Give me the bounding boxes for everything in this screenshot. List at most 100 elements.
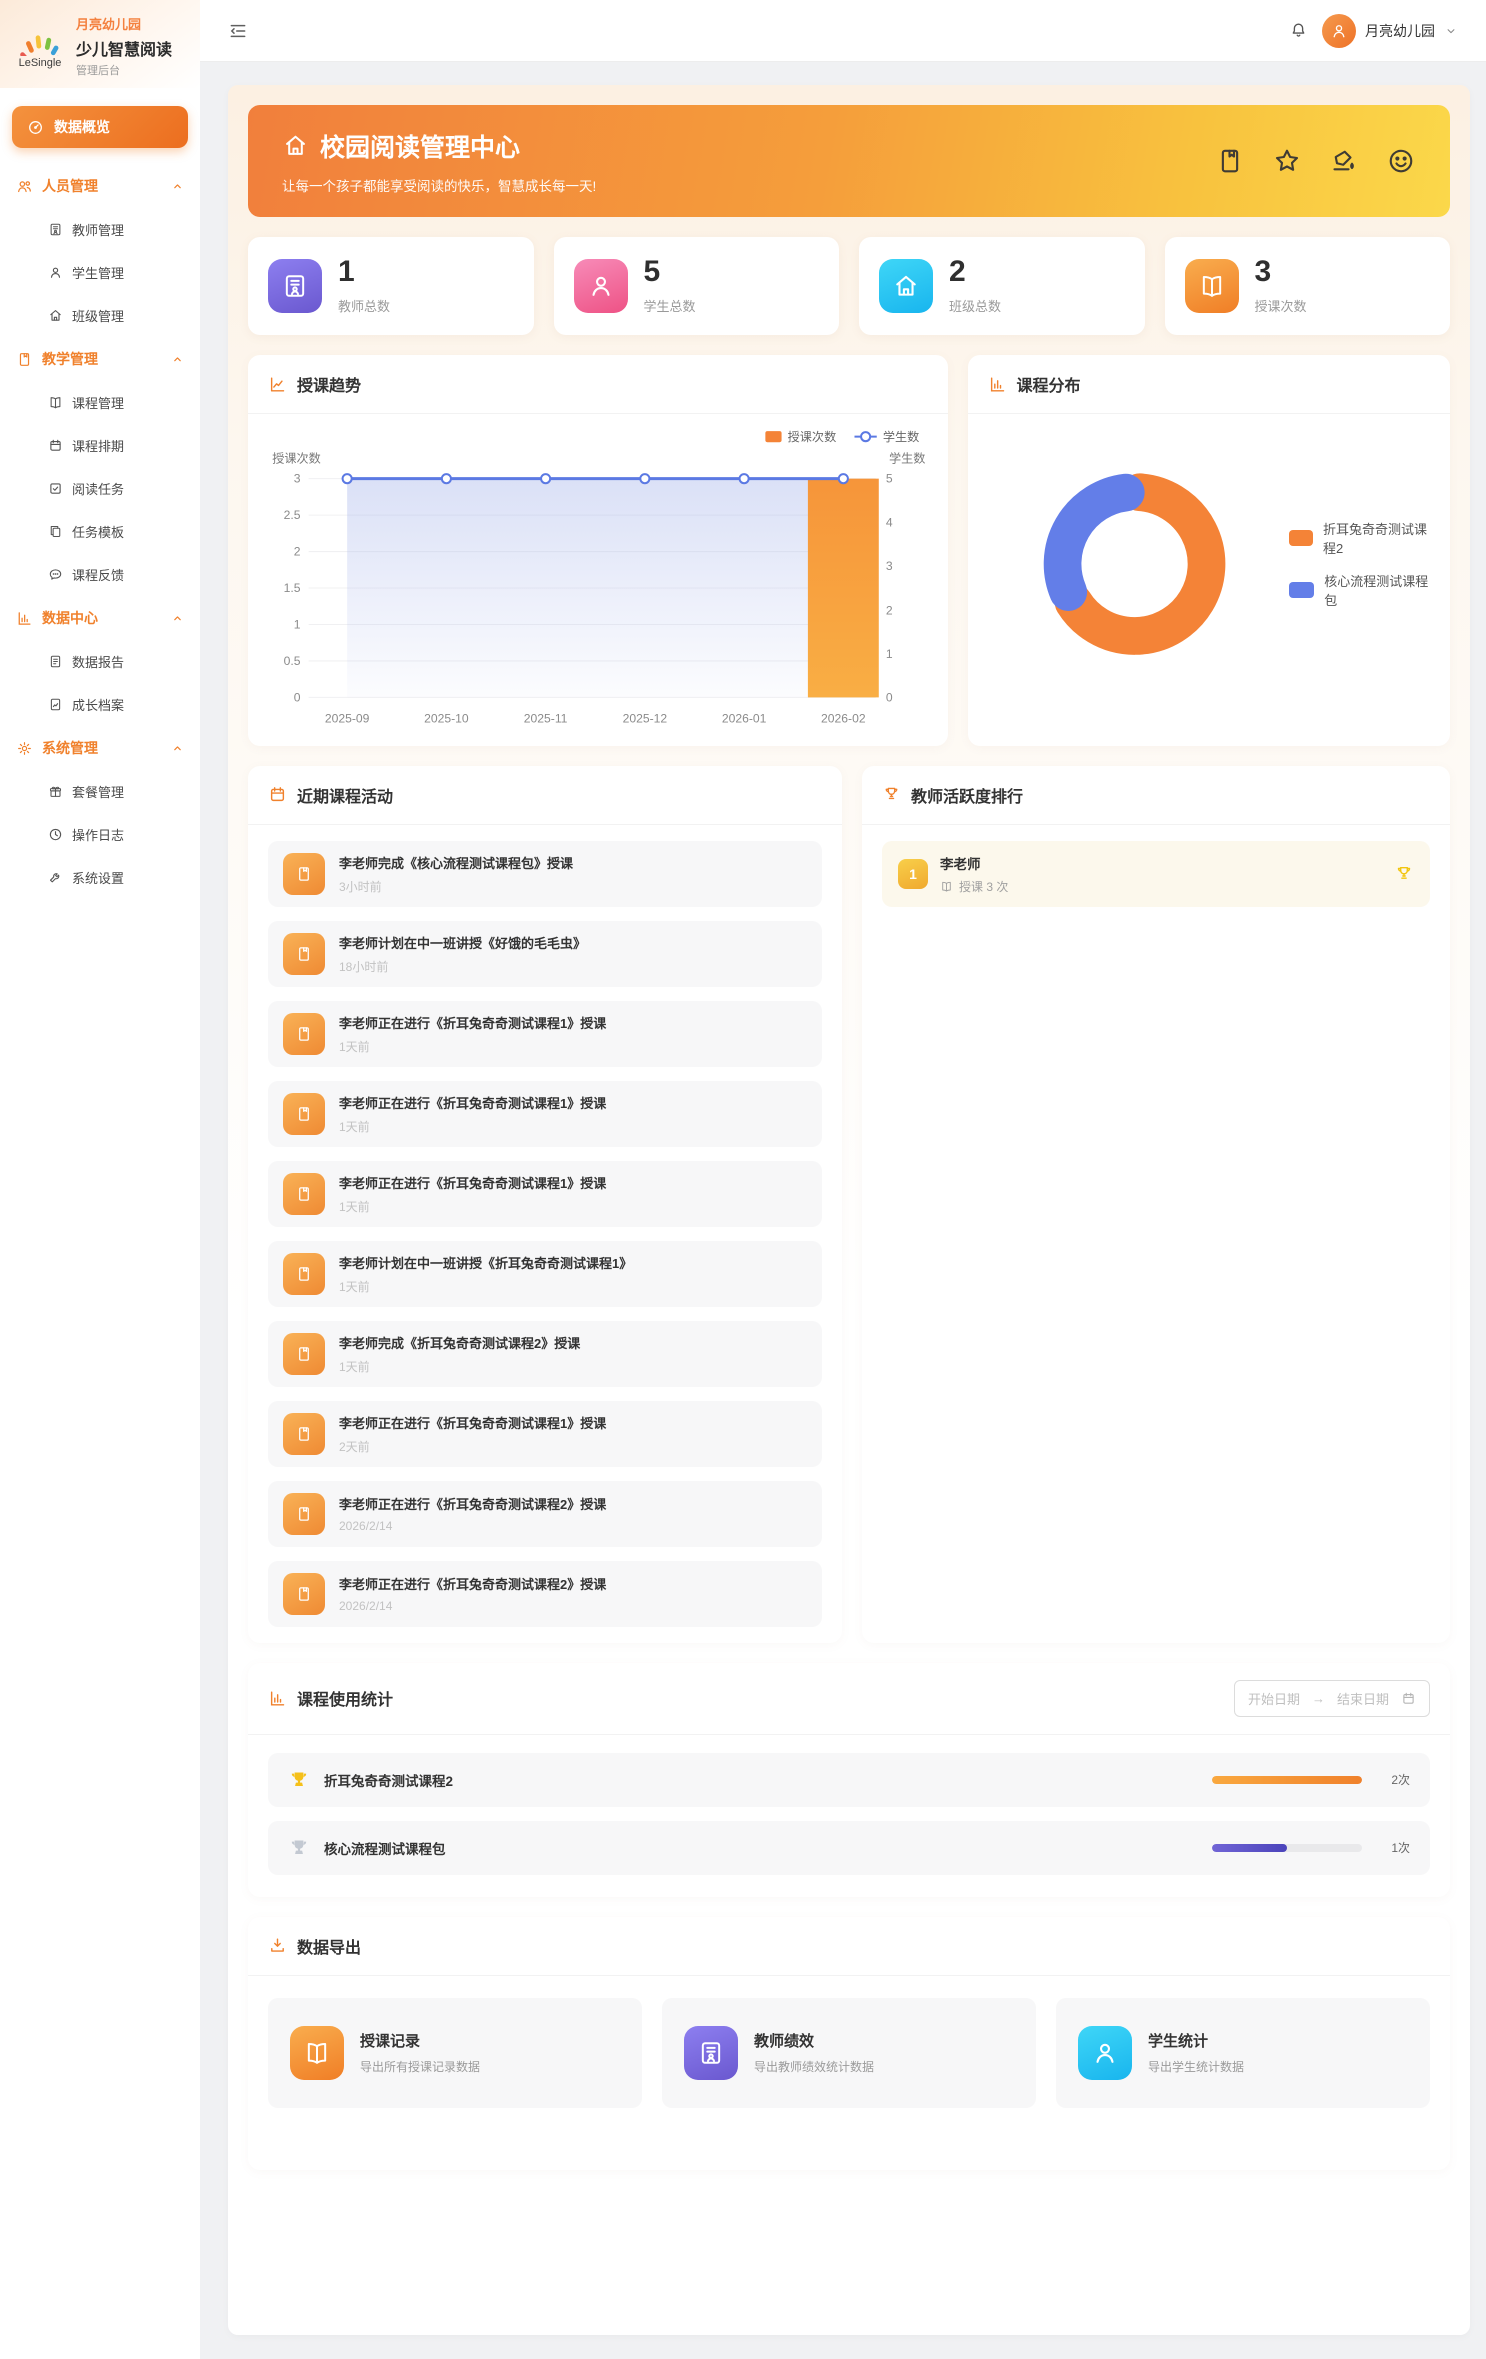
teacher-ranking-card: 教师活跃度排行 1 李老师 授课 3 次: [862, 766, 1450, 1643]
stat-card-lessons: 3 授课次数: [1165, 237, 1451, 335]
bar-2026-02: [808, 479, 879, 698]
sidebar-item-reading-tasks[interactable]: 阅读任务: [0, 467, 200, 510]
bell-icon[interactable]: [1289, 21, 1308, 40]
avatar: [1322, 14, 1356, 48]
sidebar-section-teaching[interactable]: 教学管理: [0, 337, 200, 381]
sidebar-fold-icon[interactable]: [228, 21, 248, 41]
person-icon: [48, 265, 63, 280]
star-icon: [1272, 146, 1302, 176]
bookmark-icon: [283, 1573, 325, 1615]
svg-text:5: 5: [886, 472, 893, 486]
export-student-statistics[interactable]: 学生统计 导出学生统计数据: [1056, 1998, 1430, 2108]
end-date-input[interactable]: 结束日期: [1337, 1689, 1389, 1708]
topbar: 月亮幼儿园: [200, 0, 1486, 62]
sidebar: LeSingle 月亮幼儿园 少儿智慧阅读 管理后台 数据概览 人员管理 教师管…: [0, 0, 200, 2359]
date-range-picker[interactable]: 开始日期 → 结束日期: [1234, 1680, 1430, 1717]
sidebar-item-packages[interactable]: 套餐管理: [0, 770, 200, 813]
silver-trophy-icon: [288, 1837, 310, 1859]
home-icon: [879, 259, 933, 313]
sidebar-item-growth-archive[interactable]: 成长档案: [0, 683, 200, 726]
bookmark-icon: [283, 1333, 325, 1375]
person-icon: [1330, 22, 1348, 40]
activity-time: 2026/2/14: [339, 1519, 606, 1533]
open-book-icon: [940, 880, 953, 893]
trend-chart: 授课次数 学生数 授课次数 学生数: [248, 414, 948, 746]
activity-list: 李老师完成《核心流程测试课程包》授课 3小时前 李老师计划在中一班讲授《好饿的毛…: [248, 825, 842, 1643]
distribution-chart-card: 课程分布 折耳兔奇奇测试课程2: [968, 355, 1450, 746]
sidebar-section-system[interactable]: 系统管理: [0, 726, 200, 770]
chevron-up-icon: [171, 612, 184, 625]
calendar-icon[interactable]: [1401, 1691, 1416, 1706]
sidebar-nav: 数据概览 人员管理 教师管理 学生管理 班级管理 教学管理: [0, 88, 200, 919]
bookmark-icon: [283, 1493, 325, 1535]
sidebar-item-task-templates[interactable]: 任务模板: [0, 510, 200, 553]
teacher-name: 李老师: [940, 853, 1008, 873]
stat-label: 班级总数: [949, 296, 1001, 315]
item-label: 学生管理: [72, 263, 124, 282]
stat-card-teachers: 1 教师总数: [248, 237, 534, 335]
donut-svg: [1006, 428, 1263, 700]
open-book-icon: [48, 395, 63, 410]
sidebar-item-students[interactable]: 学生管理: [0, 251, 200, 294]
copy-icon: [48, 524, 63, 539]
id-card-icon: [268, 259, 322, 313]
export-desc: 导出所有授课记录数据: [360, 2058, 480, 2075]
course-usage-card: 课程使用统计 开始日期 → 结束日期 折耳兔奇奇测试课程2: [248, 1663, 1450, 1897]
usage-list: 折耳兔奇奇测试课程2 2次 核心流程测试课程包: [248, 1735, 1450, 1897]
svg-text:2: 2: [294, 545, 301, 559]
sidebar-item-system-settings[interactable]: 系统设置: [0, 856, 200, 899]
sidebar-item-classes[interactable]: 班级管理: [0, 294, 200, 337]
export-teaching-records[interactable]: 授课记录 导出所有授课记录数据: [268, 1998, 642, 2108]
activity-time: 18小时前: [339, 958, 586, 975]
sidebar-section-personnel[interactable]: 人员管理: [0, 164, 200, 208]
gold-trophy-icon: [288, 1769, 310, 1791]
stat-card-classes: 2 班级总数: [859, 237, 1145, 335]
activity-title: 李老师正在进行《折耳兔奇奇测试课程2》授课: [339, 1494, 606, 1513]
activity-time: 2026/2/14: [339, 1599, 606, 1613]
sidebar-item-feedback[interactable]: 课程反馈: [0, 553, 200, 596]
rank-badge: 1: [898, 859, 928, 889]
bookmark-icon: [283, 1093, 325, 1135]
legend-label: 核心流程测试课程包: [1324, 571, 1440, 609]
export-teacher-performance[interactable]: 教师绩效 导出教师绩效统计数据: [662, 1998, 1036, 2108]
legend-swatch: [1289, 582, 1315, 598]
svg-text:1.5: 1.5: [284, 581, 301, 595]
usage-row: 折耳兔奇奇测试课程2 2次: [268, 1753, 1430, 1807]
item-label: 系统设置: [72, 868, 124, 887]
logo-titles: 月亮幼儿园 少儿智慧阅读 管理后台: [76, 14, 172, 78]
sidebar-item-operation-logs[interactable]: 操作日志: [0, 813, 200, 856]
logo-text: LeSingle: [19, 57, 62, 69]
content: 校园阅读管理中心 让每一个孩子都能享受阅读的快乐，智慧成长每一天!: [200, 62, 1486, 2359]
sidebar-item-teachers[interactable]: 教师管理: [0, 208, 200, 251]
sidebar-item-schedule[interactable]: 课程排期: [0, 424, 200, 467]
activity-title: 李老师正在进行《折耳兔奇奇测试课程1》授课: [339, 1013, 606, 1032]
caterpillar-logo-icon: [18, 24, 62, 56]
svg-text:3: 3: [294, 472, 301, 486]
calendar-icon: [268, 785, 287, 804]
sidebar-item-overview[interactable]: 数据概览: [12, 106, 188, 148]
activity-item: 李老师正在进行《折耳兔奇奇测试课程1》授课 1天前: [268, 1161, 822, 1227]
legend-swatch: [1289, 530, 1313, 546]
teacher-stat: 授课 3 次: [940, 878, 1008, 895]
activity-time: 2天前: [339, 1438, 606, 1455]
course-name: 折耳兔奇奇测试课程2: [324, 1770, 453, 1790]
account-name: 月亮幼儿园: [1365, 21, 1435, 41]
trophy-icon: [882, 785, 901, 804]
svg-text:授课次数: 授课次数: [788, 429, 837, 444]
sidebar-item-courses[interactable]: 课程管理: [0, 381, 200, 424]
progress-fill: [1212, 1776, 1362, 1784]
account-menu[interactable]: 月亮幼儿园: [1322, 14, 1458, 48]
activity-row: 近期课程活动 李老师完成《核心流程测试课程包》授课 3小时前 李老师计划在中一班…: [248, 766, 1450, 1643]
svg-text:0.5: 0.5: [284, 654, 301, 668]
start-date-input[interactable]: 开始日期: [1248, 1689, 1300, 1708]
chevron-down-icon: [1444, 24, 1458, 38]
logo-area: LeSingle 月亮幼儿园 少儿智慧阅读 管理后台: [0, 0, 200, 88]
sidebar-section-data-center[interactable]: 数据中心: [0, 596, 200, 640]
bookmark-icon: [283, 1413, 325, 1455]
activity-time: 1天前: [339, 1358, 580, 1375]
activity-title: 李老师正在进行《折耳兔奇奇测试课程1》授课: [339, 1093, 606, 1112]
sidebar-item-data-reports[interactable]: 数据报告: [0, 640, 200, 683]
activity-time: 3小时前: [339, 878, 573, 895]
bar-chart-icon: [988, 375, 1007, 394]
svg-text:2026-02: 2026-02: [821, 712, 866, 726]
